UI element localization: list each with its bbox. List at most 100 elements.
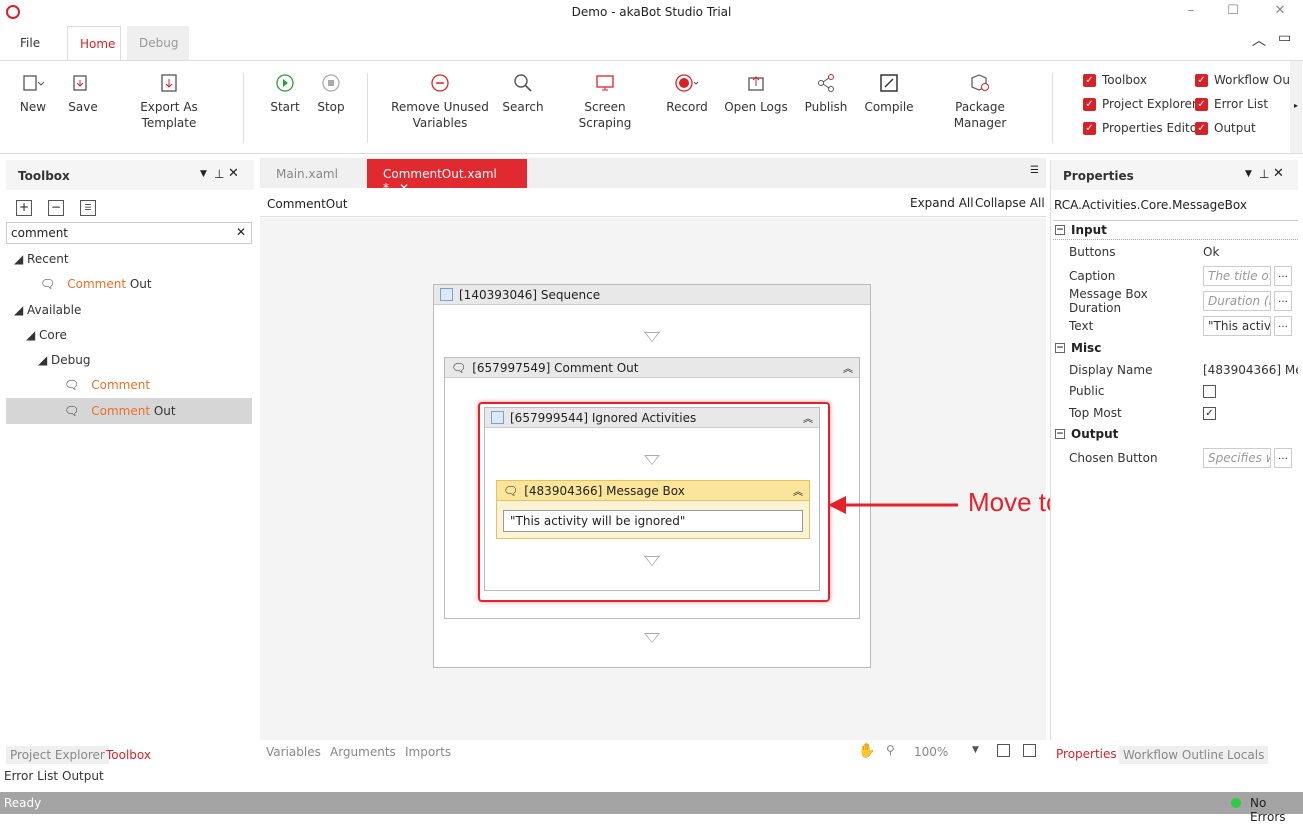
close-icon[interactable]: ✕: [1270, 3, 1290, 21]
dropdown-icon[interactable]: ▼: [200, 169, 207, 179]
close-icon[interactable]: ✕: [228, 166, 239, 181]
ellipsis-button[interactable]: …: [1274, 448, 1292, 468]
tab-locals[interactable]: Locals: [1223, 746, 1269, 764]
comment-out-icon: 🗨: [451, 360, 467, 375]
tree-node-core[interactable]: ◢ Core: [26, 328, 67, 342]
zoom-dropdown-icon[interactable]: ▼: [972, 745, 979, 755]
open-logs-button[interactable]: Open Logs: [724, 67, 788, 115]
public-checkbox[interactable]: [1203, 384, 1216, 398]
compile-button[interactable]: Compile: [864, 67, 914, 115]
hand-tool-icon[interactable]: ✋: [858, 743, 875, 759]
output-checkbox[interactable]: ✓ Output: [1195, 121, 1256, 135]
tree-node-debug[interactable]: ◢ Debug: [38, 353, 91, 367]
toolbox-search-box[interactable]: comment ✕: [6, 222, 252, 244]
chat-icon[interactable]: ▭: [1278, 30, 1291, 46]
collapse-all-icon[interactable]: −: [48, 200, 64, 216]
ellipsis-button[interactable]: …: [1274, 291, 1292, 311]
tab-imports[interactable]: Imports: [405, 745, 451, 759]
package-manager-button[interactable]: Package Manager: [930, 67, 1030, 131]
collapse-section-icon[interactable]: −: [1055, 429, 1065, 439]
collapse-all-link[interactable]: Collapse All: [975, 196, 1045, 210]
tab-overflow-icon[interactable]: ☰: [1030, 165, 1039, 176]
collapse-icon[interactable]: ︽: [843, 360, 853, 375]
prop-top-most[interactable]: Top Most ✓: [1063, 401, 1298, 425]
zoom-level[interactable]: 100%: [914, 745, 948, 759]
close-icon[interactable]: ✕: [1273, 166, 1284, 181]
clear-search-icon[interactable]: ✕: [236, 225, 246, 239]
publish-button[interactable]: Publish: [804, 67, 848, 115]
maximize-icon[interactable]: ☐: [1223, 3, 1243, 21]
stop-icon: [314, 67, 348, 99]
record-button[interactable]: Record: [666, 67, 708, 115]
drop-arrow-icon[interactable]: [644, 633, 660, 643]
pin-icon[interactable]: ⊥: [1259, 167, 1269, 181]
toolbox-search-input[interactable]: comment: [11, 226, 68, 240]
save-button[interactable]: Save: [66, 67, 100, 115]
tree-node-recent[interactable]: ◢ Recent: [14, 252, 69, 266]
stop-button[interactable]: Stop: [314, 67, 348, 115]
prop-chosen-button[interactable]: Chosen ButtonSpecifies wh…: [1063, 446, 1298, 470]
tab-error-list[interactable]: Error List: [0, 767, 62, 785]
tab-debug[interactable]: Debug: [127, 26, 189, 60]
new-button[interactable]: New: [16, 67, 50, 115]
prop-public[interactable]: Public: [1063, 379, 1298, 403]
section-misc[interactable]: − Misc: [1053, 338, 1298, 358]
tab-variables[interactable]: Variables: [266, 745, 321, 759]
error-list-checkbox[interactable]: ✓ Error List: [1195, 97, 1268, 111]
check-icon: ✓: [1195, 121, 1208, 135]
ellipsis-button[interactable]: …: [1274, 266, 1292, 286]
zoom-icon[interactable]: ⚲: [886, 743, 895, 757]
tab-workflow-outline[interactable]: Workflow Outline: [1119, 746, 1230, 764]
prop-text[interactable]: Text"This activit…: [1063, 314, 1298, 338]
section-input[interactable]: − Input: [1053, 220, 1298, 240]
section-output[interactable]: − Output: [1053, 424, 1298, 444]
tree-item-comment-out-recent[interactable]: 🗨 Comment Out: [40, 277, 152, 291]
tab-output[interactable]: Output: [58, 767, 108, 785]
tree-node-available[interactable]: ◢ Available: [14, 303, 81, 317]
project-explorer-checkbox[interactable]: ✓ Project Explorer: [1083, 97, 1197, 111]
minimize-icon[interactable]: –: [1181, 3, 1201, 21]
overview-icon[interactable]: [1023, 744, 1036, 757]
expand-all-icon[interactable]: +: [16, 200, 32, 216]
prop-caption[interactable]: CaptionThe title of t…: [1063, 264, 1298, 288]
ellipsis-button[interactable]: …: [1274, 316, 1292, 336]
tab-commentout-xaml[interactable]: CommentOut.xaml * ✕: [367, 159, 527, 195]
dropdown-icon[interactable]: ▼: [1245, 169, 1252, 179]
search-button[interactable]: Search: [502, 67, 544, 115]
tab-file[interactable]: File: [8, 26, 52, 60]
tab-main-xaml[interactable]: Main.xaml: [260, 159, 354, 188]
tab-arguments[interactable]: Arguments: [330, 745, 396, 759]
pin-icon[interactable]: ⊥: [214, 167, 224, 181]
screen-scraping-button[interactable]: Screen Scraping: [560, 67, 650, 131]
list-view-icon[interactable]: ☰: [80, 200, 96, 216]
title-bar: Demo - akaBot Studio Trial – ☐ ✕: [0, 0, 1303, 24]
export-template-button[interactable]: Export As Template: [116, 67, 222, 131]
breadcrumb[interactable]: CommentOut: [267, 197, 348, 211]
tab-project-explorer[interactable]: Project Explorer: [6, 746, 109, 764]
remove-unused-variables-button[interactable]: Remove Unused Variables: [390, 67, 490, 131]
top-most-checkbox[interactable]: ✓: [1203, 406, 1216, 420]
toolbox-checkbox[interactable]: ✓ Toolbox: [1083, 73, 1147, 87]
tab-toolbox[interactable]: Toolbox: [102, 746, 155, 764]
compile-icon: [864, 67, 914, 99]
collapse-section-icon[interactable]: −: [1055, 225, 1065, 235]
toolbox-panel: Toolbox ▼ ⊥ ✕ + − ☰ comment ✕ ◢ Recent 🗨…: [6, 160, 254, 740]
status-ok-icon: [1231, 798, 1241, 808]
start-button[interactable]: Start: [268, 67, 302, 115]
prop-buttons[interactable]: Buttons Ok: [1063, 240, 1298, 264]
ribbon-scroll-right-icon[interactable]: ▸: [1290, 61, 1302, 153]
workflow-outline-checkbox[interactable]: ✓ Workflow Outl: [1195, 73, 1298, 87]
collapse-section-icon[interactable]: −: [1055, 343, 1065, 353]
tab-properties[interactable]: Properties: [1052, 745, 1121, 763]
fit-screen-icon[interactable]: [997, 744, 1010, 757]
prop-duration[interactable]: Message Box DurationDuration (in…: [1063, 287, 1298, 315]
properties-editor-checkbox[interactable]: ✓ Properties Editor: [1083, 121, 1202, 135]
collapse-ribbon-icon[interactable]: ︿: [1252, 30, 1266, 50]
tree-item-comment-out[interactable]: 🗨 Comment Out: [64, 404, 176, 418]
drop-arrow-icon[interactable]: [644, 332, 660, 342]
tab-home[interactable]: Home: [67, 26, 121, 60]
status-text: Ready: [4, 796, 42, 810]
expand-all-link[interactable]: Expand All: [910, 196, 974, 210]
check-icon: ✓: [1083, 73, 1096, 87]
tree-item-comment[interactable]: 🗨 Comment: [64, 378, 150, 392]
